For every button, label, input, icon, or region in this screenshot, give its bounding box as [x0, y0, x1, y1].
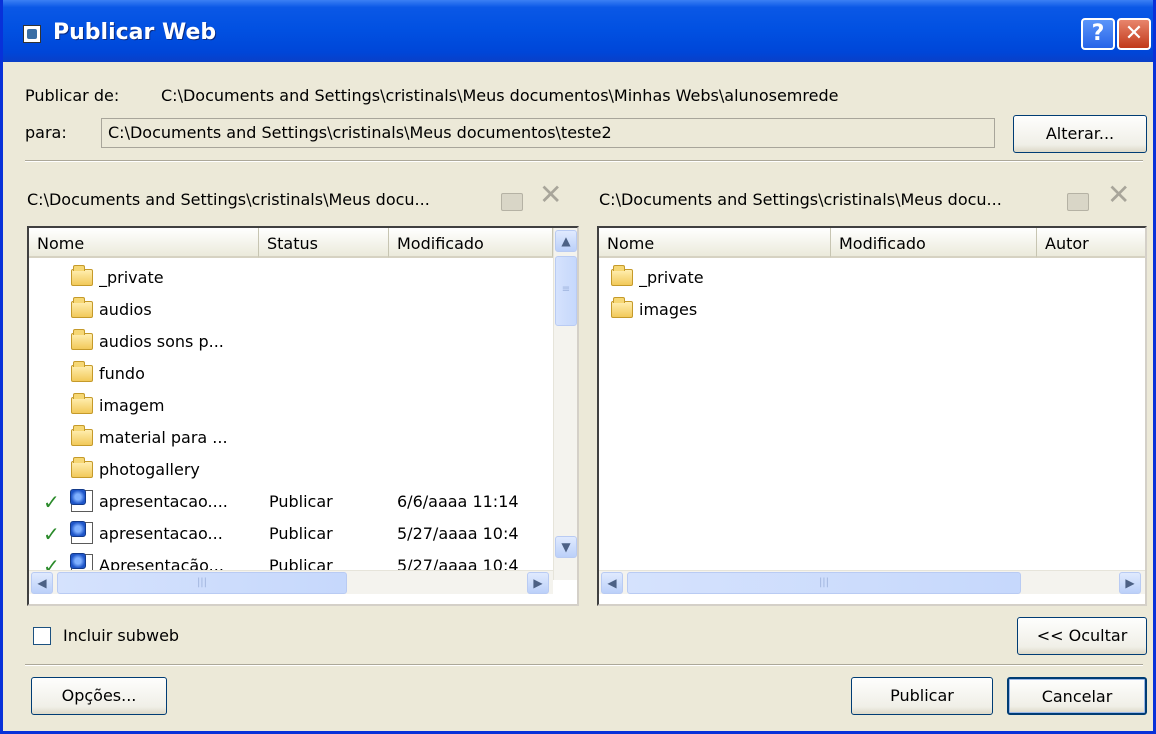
scroll-left-button[interactable]: ◀ — [31, 572, 53, 594]
app-icon — [23, 25, 41, 43]
publish-from-path: C:\Documents and Settings\cristinals\Meu… — [161, 86, 839, 105]
folder-icon — [611, 297, 633, 318]
list-item[interactable]: photogallery — [29, 454, 553, 486]
scroll-thumb[interactable]: ≡ — [555, 256, 577, 326]
new-folder-icon[interactable] — [1067, 193, 1089, 211]
column-header-name[interactable]: Nome — [599, 228, 831, 258]
scroll-left-button[interactable]: ◀ — [601, 572, 623, 594]
folder-icon — [71, 425, 93, 446]
vertical-scrollbar[interactable]: ▲ ≡ ▼ — [553, 228, 577, 580]
hide-button[interactable]: << Ocultar — [1017, 617, 1147, 655]
item-name: photogallery — [99, 460, 200, 479]
column-header-modified[interactable]: Modificado — [831, 228, 1037, 258]
list-item[interactable]: _private — [29, 262, 553, 294]
web-file-icon — [70, 489, 93, 512]
column-header-name[interactable]: Nome — [29, 228, 259, 258]
list-item[interactable]: audios sons p... — [29, 326, 553, 358]
item-name: apresentacao.... — [99, 492, 228, 511]
item-name: audios sons p... — [99, 332, 224, 351]
local-file-list[interactable]: Nome Status Modificado _privateaudios aud… — [27, 226, 579, 606]
publish-from-label: Publicar de: — [25, 86, 120, 105]
check-icon: ✓ — [43, 522, 60, 546]
right-panel-path: C:\Documents and Settings\cristinals\Meu… — [599, 190, 1002, 209]
options-button[interactable]: Opções... — [31, 677, 167, 715]
item-name: apresentacao... — [99, 524, 223, 543]
folder-icon — [71, 393, 93, 414]
publish-to-label: para: — [25, 123, 67, 142]
item-name: _private — [99, 268, 164, 287]
list-item[interactable]: fundo — [29, 358, 553, 390]
scroll-right-button[interactable]: ▶ — [527, 572, 549, 594]
item-name: images — [639, 300, 698, 319]
folder-icon — [71, 361, 93, 382]
scroll-right-button[interactable]: ▶ — [1119, 572, 1141, 594]
scroll-thumb[interactable]: ||| — [57, 572, 347, 594]
scroll-thumb[interactable]: ||| — [627, 572, 1021, 594]
title-bar[interactable]: Publicar Web ? ✕ — [3, 0, 1153, 62]
item-modified: 6/6/aaaa 11:14 — [397, 492, 519, 511]
check-icon: ✓ — [43, 490, 60, 514]
web-file-icon — [70, 521, 93, 544]
list-item[interactable]: audios — [29, 294, 553, 326]
scroll-down-button[interactable]: ▼ — [555, 536, 577, 558]
folder-icon — [71, 329, 93, 350]
list-item[interactable]: _private — [599, 262, 1145, 294]
column-header-modified[interactable]: Modificado — [389, 228, 553, 258]
delete-icon[interactable]: ✕ — [539, 181, 562, 209]
item-modified: 5/27/aaaa 10:4 — [397, 524, 519, 543]
list-item[interactable]: imagem — [29, 390, 553, 422]
item-name: fundo — [99, 364, 145, 383]
separator — [25, 664, 1143, 666]
list-item[interactable]: ✓ apresentacao... Publicar 5/27/aaaa 10:4 — [29, 518, 553, 550]
cancel-button[interactable]: Cancelar — [1007, 677, 1147, 715]
item-name: _private — [639, 268, 704, 287]
folder-icon — [71, 457, 93, 478]
scroll-up-button[interactable]: ▲ — [555, 230, 577, 252]
list-item[interactable]: ✓ apresentacao.... Publicar 6/6/aaaa 11:14 — [29, 486, 553, 518]
horizontal-scrollbar[interactable]: ◀ ||| ▶ — [599, 570, 1145, 594]
item-name: audios — [99, 300, 152, 319]
item-name: imagem — [99, 396, 165, 415]
horizontal-scrollbar[interactable]: ◀ ||| ▶ — [29, 570, 553, 594]
column-header-status[interactable]: Status — [259, 228, 389, 258]
separator — [25, 160, 1143, 162]
help-button[interactable]: ? — [1081, 18, 1115, 50]
left-panel-path: C:\Documents and Settings\cristinals\Meu… — [27, 190, 430, 209]
list-item[interactable]: images — [599, 294, 1145, 326]
folder-icon — [71, 265, 93, 286]
folder-icon — [611, 265, 633, 286]
publish-button[interactable]: Publicar — [851, 677, 993, 715]
include-subweb-label[interactable]: Incluir subweb — [63, 626, 179, 645]
change-button[interactable]: Alterar... — [1013, 115, 1147, 153]
publish-web-dialog: Publicar Web ? ✕ Publicar de: C:\Documen… — [0, 0, 1156, 734]
include-subweb-checkbox[interactable] — [33, 627, 51, 645]
item-status: Publicar — [269, 524, 333, 543]
folder-icon — [71, 297, 93, 318]
item-status: Publicar — [269, 492, 333, 511]
list-item[interactable]: material para ... — [29, 422, 553, 454]
publish-to-path-field[interactable]: C:\Documents and Settings\cristinals\Meu… — [101, 118, 995, 148]
column-header-author[interactable]: Autor — [1037, 228, 1145, 258]
remote-file-list[interactable]: Nome Modificado Autor _privateimages ◀ |… — [597, 226, 1147, 606]
delete-icon[interactable]: ✕ — [1107, 181, 1130, 209]
new-folder-icon[interactable] — [501, 193, 523, 211]
close-button[interactable]: ✕ — [1117, 18, 1151, 50]
window-title: Publicar Web — [53, 20, 217, 45]
item-name: material para ... — [99, 428, 228, 447]
